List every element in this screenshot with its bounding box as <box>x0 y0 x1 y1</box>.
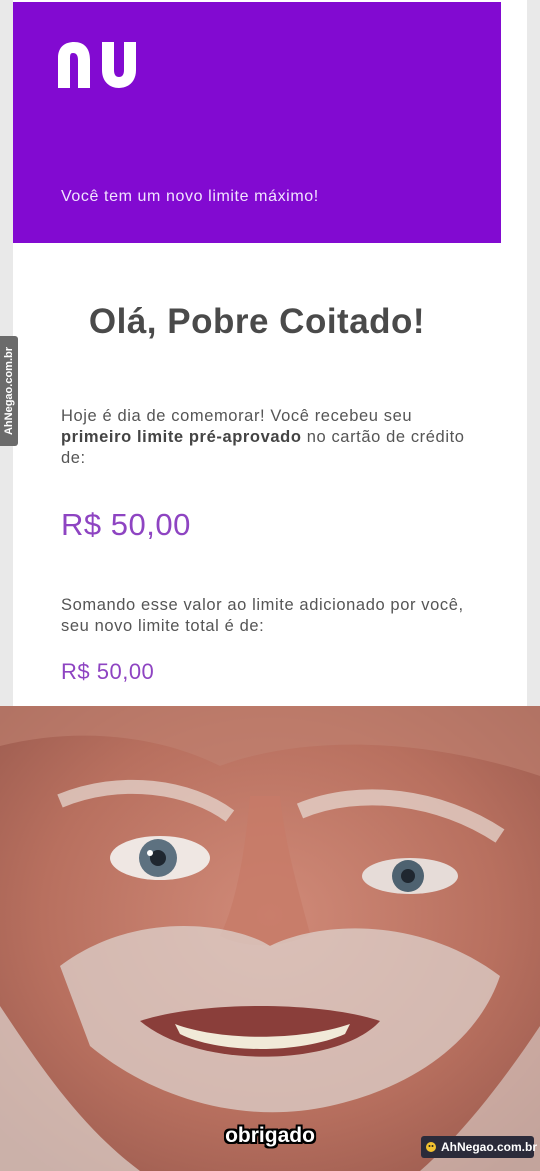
intro-paragraph: Hoje é dia de comemorar! Você recebeu se… <box>61 406 471 469</box>
intro-text-bold: primeiro limite pré-aprovado <box>61 428 302 446</box>
face-illustration <box>0 706 540 1171</box>
watermark-logo-icon <box>425 1141 437 1153</box>
side-watermark: AhNegao.com.br <box>0 336 18 446</box>
nubank-logo <box>58 42 136 88</box>
side-watermark-text: AhNegao.com.br <box>3 346 15 436</box>
total-paragraph: Somando esse valor ao limite adicionado … <box>61 596 464 635</box>
header-tagline: Você tem um novo limite máximo! <box>61 188 319 205</box>
limit-amount: R$ 50,00 <box>61 507 191 542</box>
meme-photo <box>0 706 540 1171</box>
intro-text-start: Hoje é dia de comemorar! Você recebeu se… <box>61 407 413 425</box>
email-header: Você tem um novo limite máximo! <box>13 2 501 243</box>
bottom-watermark: AhNegao.com.br <box>421 1136 538 1158</box>
greeting-title: Olá, Pobre Coitado! <box>88 302 426 341</box>
total-limit-amount: R$ 50,00 <box>61 659 155 684</box>
bottom-watermark-text: AhNegao.com.br <box>441 1140 538 1154</box>
